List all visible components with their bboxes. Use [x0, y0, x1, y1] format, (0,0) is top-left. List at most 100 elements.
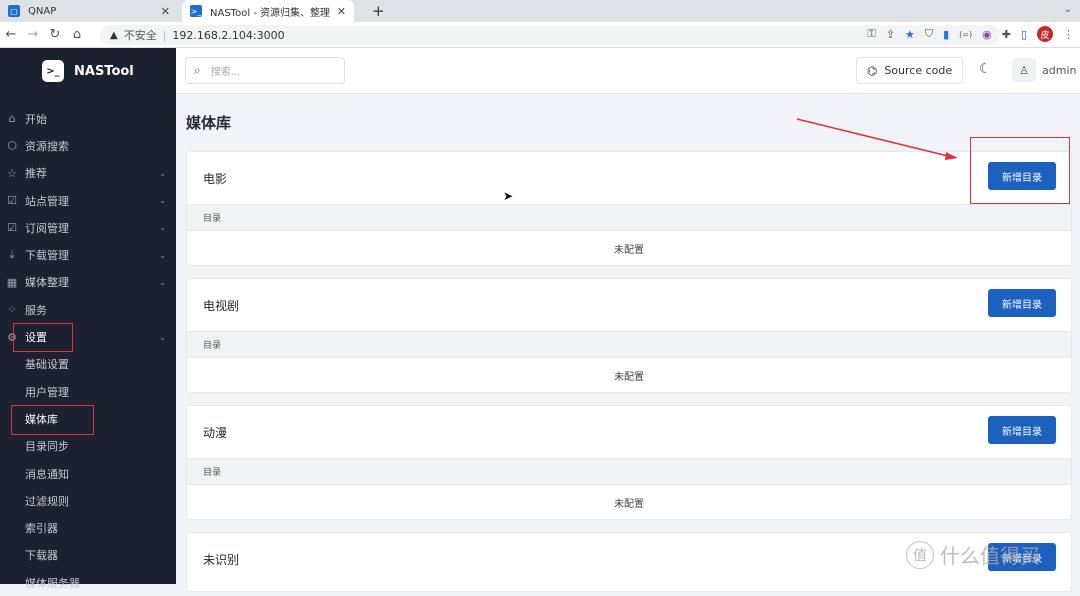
sidebar-item-label: 下载管理 — [25, 249, 69, 263]
star-icon: ☆ — [7, 166, 17, 180]
empty-state: 未配置 — [614, 244, 644, 256]
username: admin — [1042, 63, 1077, 77]
checkbox-icon: ☑ — [7, 221, 17, 235]
brand-name: NASTool — [74, 63, 134, 79]
sidebar-item-services[interactable]: ⁘ 服务 — [0, 296, 176, 323]
empty-state: 未配置 — [614, 371, 644, 383]
nastool-icon: >_ — [190, 5, 202, 17]
sidebar-subitem-label: 过滤规则 — [25, 494, 69, 508]
reload-icon[interactable]: ↻ — [44, 27, 66, 42]
page-title: 媒体库 — [186, 114, 232, 132]
section-title: 未识别 — [203, 552, 240, 567]
dark-mode-toggle-icon[interactable]: ☾ — [979, 61, 992, 77]
source-code-button[interactable]: ⌬ Source code — [856, 57, 963, 84]
top-bar: ⌕ 搜索... ⌬ Source code ☾ ♙ admin — [176, 48, 1080, 94]
address-toolbar: ← → ↻ ⌂ ▲ 不安全 | 192.168.2.104:3000 ⚿ ⇪ ★… — [0, 22, 1080, 48]
sidebar-item-label: 订阅管理 — [25, 221, 69, 235]
section-title: 电视剧 — [203, 298, 240, 313]
tab-search-chevron-icon[interactable]: ⌄ — [1064, 4, 1072, 15]
home-icon: ⌂ — [8, 112, 16, 126]
security-label: 不安全 — [123, 29, 157, 42]
empty-state: 未配置 — [614, 498, 644, 510]
sidebar-item-label: 开始 — [25, 112, 47, 126]
sidebar-subitem-label: 媒体服务器 — [25, 576, 80, 590]
sidebar-item-sites[interactable]: ☑ 站点管理 ⌄ — [0, 187, 176, 214]
watermark-text: 什么值得买 — [940, 544, 1040, 568]
url-field[interactable]: ▲ 不安全 | 192.168.2.104:3000 — [100, 25, 1000, 45]
chevron-down-icon: ⌄ — [159, 223, 166, 233]
source-code-label: Source code — [884, 64, 953, 77]
new-tab-button[interactable]: + — [372, 2, 385, 20]
sidebar-subitem-label: 消息通知 — [25, 467, 69, 481]
warning-icon: ▲ — [110, 29, 118, 41]
sidebar-subitem-downloaders[interactable]: 下载器 — [0, 542, 176, 569]
sidebar-item-start[interactable]: ⌂ 开始 — [0, 105, 176, 132]
chevron-down-icon: ⌄ — [159, 196, 166, 206]
search-placeholder: 搜索... — [210, 67, 241, 78]
sidebar-subitem-filter-rules[interactable]: 过滤规则 — [0, 487, 176, 514]
puzzle-icon[interactable]: ✚ — [1002, 28, 1011, 41]
extension-braces-icon[interactable]: (=) — [959, 30, 972, 39]
search-input[interactable]: ⌕ 搜索... — [185, 57, 345, 84]
browser-tab-nastool[interactable]: >_ NASTool - 资源归集、整理自动化 ✕ — [182, 0, 354, 22]
section-title: 动漫 — [203, 425, 228, 440]
annotation-box-add-button — [970, 137, 1070, 204]
browser-tab-qnap[interactable]: ▢ QNAP ✕ — [0, 0, 178, 22]
sidebar-subitem-indexers[interactable]: 索引器 — [0, 514, 176, 541]
main-content: ⌕ 搜索... ⌬ Source code ☾ ♙ admin 媒体库 电影 新… — [176, 48, 1080, 592]
home-icon[interactable]: ⌂ — [66, 27, 88, 42]
close-tab-icon[interactable]: ✕ — [161, 5, 170, 18]
sidebar-item-downloads[interactable]: ⤓ 下载管理 ⌄ — [0, 241, 176, 268]
divider: | — [162, 28, 167, 42]
chevron-down-icon: ⌄ — [159, 277, 166, 287]
sidepanel-icon[interactable]: ▯ — [1021, 28, 1027, 41]
column-header: 目录 — [187, 331, 1071, 358]
film-icon: ▦ — [6, 275, 18, 289]
sidebar-item-recommend[interactable]: ☆ 推荐 ⌄ — [0, 160, 176, 187]
user-menu[interactable]: ♙ admin — [1012, 58, 1076, 82]
menu-dots-icon[interactable]: ⋮ — [1063, 28, 1074, 41]
watermark-logo: 值 — [906, 540, 934, 569]
sidebar-subitem-dir-sync[interactable]: 目录同步 — [0, 433, 176, 460]
extension-color-icon[interactable]: ◉ — [982, 28, 992, 41]
mouse-cursor-icon: ➤ — [503, 189, 514, 203]
profile-avatar[interactable]: 皮 — [1037, 26, 1053, 42]
media-section-movies: 电影 新增目录 目录 未配置 — [186, 151, 1072, 266]
close-tab-icon[interactable]: ✕ — [337, 5, 346, 18]
brand-logo[interactable]: >_ NASTool — [42, 60, 134, 82]
annotation-box-settings — [13, 323, 73, 352]
sidebar-item-media-organize[interactable]: ▦ 媒体整理 ⌄ — [0, 269, 176, 296]
sidebar-subitem-label: 下载器 — [25, 549, 58, 563]
url-text: 192.168.2.104:3000 — [172, 28, 285, 42]
extension-bar-icon[interactable]: ▮ — [943, 28, 949, 41]
sidebar-item-label: 服务 — [25, 303, 47, 317]
sidebar-subitem-basic-settings[interactable]: 基础设置 — [0, 351, 176, 378]
key-icon[interactable]: ⚿ — [867, 27, 875, 41]
sidebar-item-label: 推荐 — [25, 167, 47, 181]
forward-icon[interactable]: → — [22, 27, 44, 42]
back-icon[interactable]: ← — [0, 27, 22, 42]
sidebar-item-label: 站点管理 — [25, 194, 69, 208]
sidebar-subitem-users[interactable]: 用户管理 — [0, 378, 176, 405]
sidebar-item-subscriptions[interactable]: ☑ 订阅管理 ⌄ — [0, 214, 176, 241]
terminal-icon: >_ — [42, 60, 64, 82]
section-title: 电影 — [203, 171, 228, 186]
sidebar-item-search[interactable]: ⬡ 资源搜索 — [0, 132, 176, 159]
add-directory-button[interactable]: 新增目录 — [988, 289, 1056, 317]
sidebar-subitem-label: 用户管理 — [25, 385, 69, 399]
column-header: 目录 — [187, 204, 1071, 231]
sidebar-subitem-notifications[interactable]: 消息通知 — [0, 460, 176, 487]
chevron-down-icon: ⌄ — [159, 168, 166, 178]
shield-extension-icon[interactable]: ⛉ — [925, 27, 933, 41]
sidebar-subitem-label: 目录同步 — [25, 440, 69, 454]
extensions-area: ⚿ ⇪ ★ ⛉ ▮ (=) ◉ ✚ ▯ 皮 ⋮ — [867, 26, 1074, 42]
sidebar-subitem-media-servers[interactable]: 媒体服务器 — [0, 569, 176, 596]
github-icon: ⌬ — [866, 63, 878, 78]
media-section-anime: 动漫 新增目录 目录 未配置 — [186, 405, 1072, 520]
bookmark-star-icon[interactable]: ★ — [905, 28, 915, 41]
add-directory-button[interactable]: 新增目录 — [988, 416, 1056, 444]
share-icon[interactable]: ⇪ — [886, 28, 895, 41]
media-section-tv: 电视剧 新增目录 目录 未配置 — [186, 278, 1072, 393]
watermark: 值 什么值得买 — [906, 540, 1040, 569]
user-avatar-icon: ♙ — [1012, 58, 1036, 82]
